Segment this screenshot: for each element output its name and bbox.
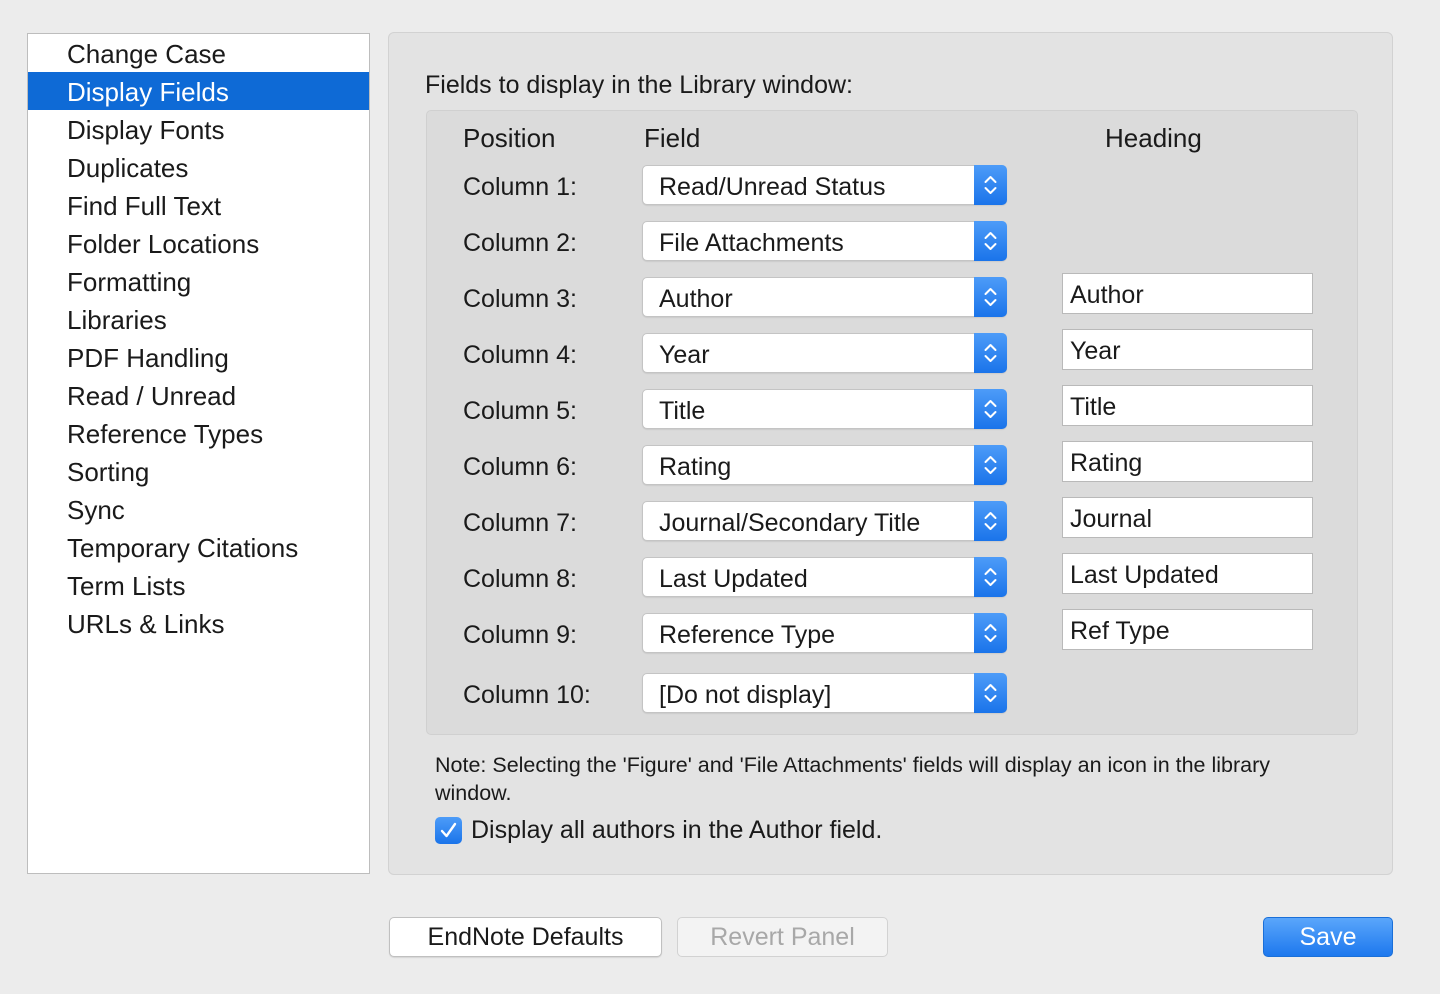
column-position-label: Column 1: <box>463 173 577 201</box>
sidebar-item-change-case[interactable]: Change Case <box>28 34 369 72</box>
sidebar-item-sync[interactable]: Sync <box>28 490 369 528</box>
column-heading-input[interactable] <box>1062 385 1313 426</box>
updown-chevron-icon <box>974 333 1007 373</box>
column-field-value: Year <box>659 341 710 369</box>
sidebar-item-find-full-text[interactable]: Find Full Text <box>28 186 369 224</box>
column-field-value: [Do not display] <box>659 681 832 709</box>
sidebar-item-urls-links[interactable]: URLs & Links <box>28 604 369 642</box>
column-row: Column 7: Journal/Secondary Title <box>427 497 1357 543</box>
column-field-value: Rating <box>659 453 732 481</box>
column-position-label: Column 2: <box>463 229 577 257</box>
column-position-label: Column 8: <box>463 565 577 593</box>
sidebar-item-read-unread[interactable]: Read / Unread <box>28 376 369 414</box>
panel-title: Fields to display in the Library window: <box>425 71 853 99</box>
column-field-select[interactable]: Year <box>642 333 1007 373</box>
column-heading-input[interactable] <box>1062 609 1313 650</box>
display-all-authors-checkbox[interactable] <box>435 817 462 844</box>
updown-chevron-icon <box>974 221 1007 261</box>
sidebar-item-folder-locations[interactable]: Folder Locations <box>28 224 369 262</box>
column-heading-input[interactable] <box>1062 553 1313 594</box>
column-heading-input[interactable] <box>1062 329 1313 370</box>
heading-header: Heading <box>1105 123 1202 153</box>
column-row: Column 9: Reference Type <box>427 609 1357 655</box>
save-button[interactable]: Save <box>1263 917 1393 957</box>
column-field-value: Last Updated <box>659 565 808 593</box>
sidebar-item-duplicates[interactable]: Duplicates <box>28 148 369 186</box>
column-field-select[interactable]: [Do not display] <box>642 673 1007 713</box>
column-row: Column 6: Rating <box>427 441 1357 487</box>
sidebar-item-reference-types[interactable]: Reference Types <box>28 414 369 452</box>
updown-chevron-icon <box>974 613 1007 653</box>
column-row: Column 1: Read/Unread Status <box>427 165 1357 207</box>
sidebar-item-display-fonts[interactable]: Display Fonts <box>28 110 369 148</box>
column-field-select[interactable]: Read/Unread Status <box>642 165 1007 205</box>
display-all-authors-label: Display all authors in the Author field. <box>471 816 883 844</box>
column-position-label: Column 4: <box>463 341 577 369</box>
column-field-select[interactable]: Reference Type <box>642 613 1007 653</box>
sidebar-item-formatting[interactable]: Formatting <box>28 262 369 300</box>
column-row: Column 5: Title <box>427 385 1357 431</box>
column-row: Column 4: Year <box>427 329 1357 375</box>
updown-chevron-icon <box>974 501 1007 541</box>
column-heading-input[interactable] <box>1062 497 1313 538</box>
column-row: Column 2: File Attachments <box>427 221 1357 263</box>
note-text: Note: Selecting the 'Figure' and 'File A… <box>435 753 1271 805</box>
column-position-label: Column 5: <box>463 397 577 425</box>
sidebar-item-term-lists[interactable]: Term Lists <box>28 566 369 604</box>
preferences-sidebar: Change Case Display Fields Display Fonts Du… <box>27 33 370 874</box>
column-row: Column 3: Author <box>427 273 1357 319</box>
position-header: Position <box>463 123 556 153</box>
sidebar-item-display-fields[interactable]: Display Fields <box>28 72 369 110</box>
checkmark-icon <box>440 822 457 838</box>
sidebar-item-libraries[interactable]: Libraries <box>28 300 369 338</box>
column-field-select[interactable]: Journal/Secondary Title <box>642 501 1007 541</box>
column-field-select[interactable]: Author <box>642 277 1007 317</box>
updown-chevron-icon <box>974 277 1007 317</box>
columns-box: Position Field Heading Column 1: Read/Unr… <box>426 110 1358 735</box>
updown-chevron-icon <box>974 389 1007 429</box>
column-field-value: Read/Unread Status <box>659 173 886 201</box>
column-field-value: Journal/Secondary Title <box>659 509 921 537</box>
updown-chevron-icon <box>974 165 1007 205</box>
column-position-label: Column 9: <box>463 621 577 649</box>
field-header: Field <box>644 123 701 153</box>
column-heading-input[interactable] <box>1062 441 1313 482</box>
updown-chevron-icon <box>974 445 1007 485</box>
sidebar-item-temporary-citations[interactable]: Temporary Citations <box>28 528 369 566</box>
sidebar-item-sorting[interactable]: Sorting <box>28 452 369 490</box>
column-field-select[interactable]: Title <box>642 389 1007 429</box>
display-fields-panel: Fields to display in the Library window:… <box>388 32 1393 875</box>
sidebar-item-pdf-handling[interactable]: PDF Handling <box>28 338 369 376</box>
column-position-label: Column 7: <box>463 509 577 537</box>
column-field-select[interactable]: Rating <box>642 445 1007 485</box>
column-field-value: File Attachments <box>659 229 844 257</box>
column-heading-input[interactable] <box>1062 273 1313 314</box>
column-field-select[interactable]: File Attachments <box>642 221 1007 261</box>
revert-panel-button[interactable]: Revert Panel <box>677 917 888 957</box>
updown-chevron-icon <box>974 673 1007 713</box>
updown-chevron-icon <box>974 557 1007 597</box>
column-row: Column 8: Last Updated <box>427 553 1357 599</box>
column-row: Column 10: [Do not display] <box>427 673 1357 715</box>
endnote-defaults-button[interactable]: EndNote Defaults <box>389 917 662 957</box>
column-field-value: Author <box>659 285 733 313</box>
column-position-label: Column 3: <box>463 285 577 313</box>
column-field-value: Reference Type <box>659 621 836 649</box>
column-position-label: Column 6: <box>463 453 577 481</box>
column-field-value: Title <box>659 397 706 425</box>
column-position-label: Column 10: <box>463 681 591 709</box>
column-field-select[interactable]: Last Updated <box>642 557 1007 597</box>
